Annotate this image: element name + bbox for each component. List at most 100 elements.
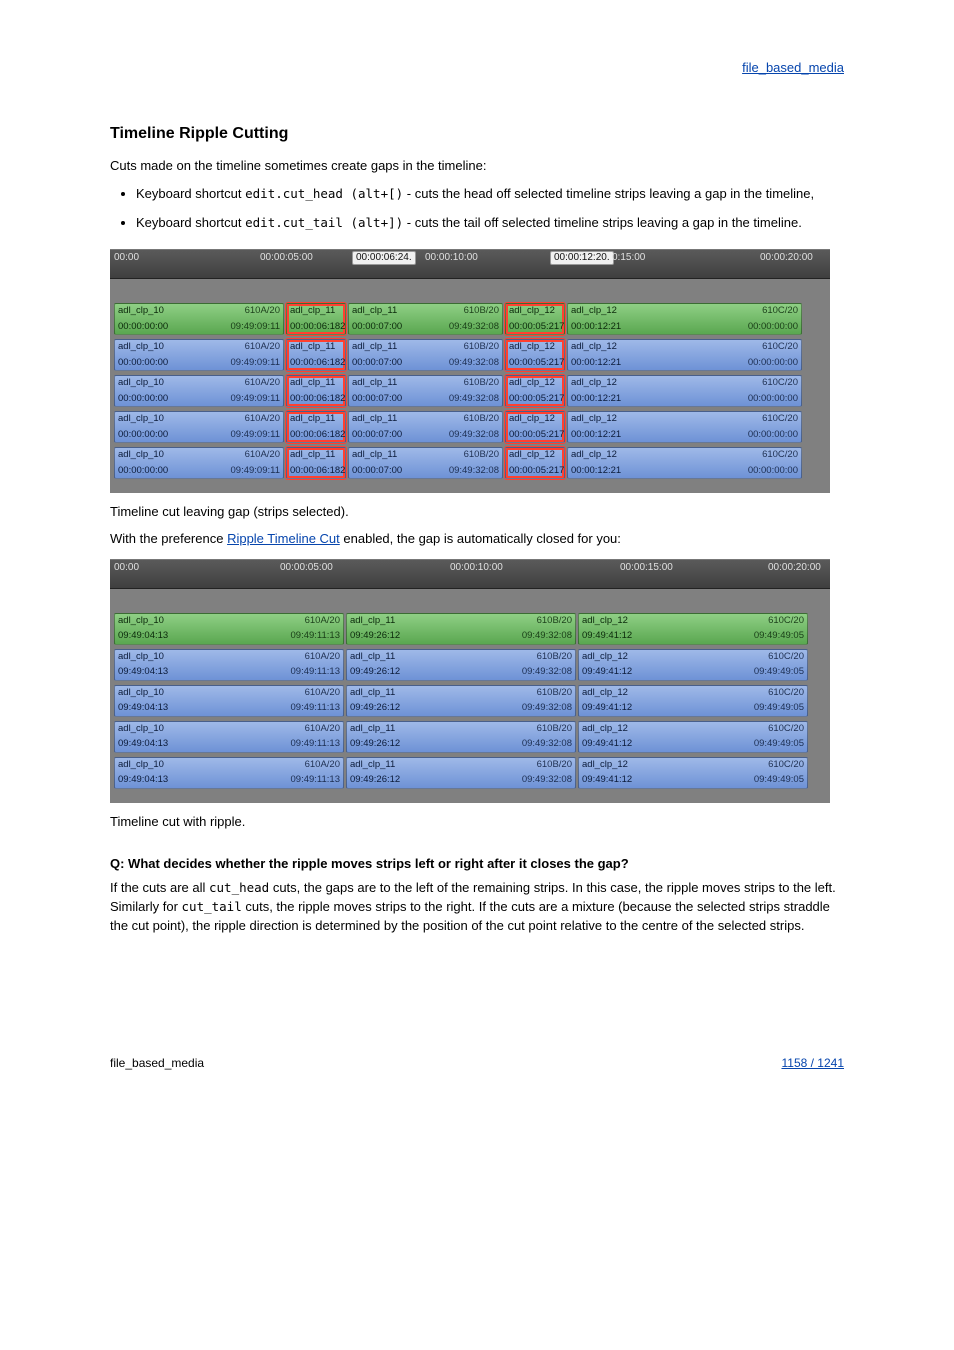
timeline-ruler[interactable]: 00:00 00:00:05:00 00:00:06:24. 00:00:10:… [110, 249, 830, 279]
timeline-clip[interactable]: adl_clp_10610A/2000:00:00:0009:49:09:11 [114, 339, 284, 371]
clip-name: adl_clp_10 [118, 616, 164, 627]
clip-name: adl_clp_12 [571, 414, 617, 425]
timeline-clip[interactable]: adl_clp_10610A/2009:49:04:1309:49:11:13 [114, 649, 344, 681]
timeline-clip[interactable]: adl_clp_1200:00:05:217 [505, 447, 565, 479]
ruler-tick: 0:15:00 [612, 252, 645, 263]
ruler-marker[interactable]: 00:00:06:24. [352, 251, 416, 265]
timeline-ruler[interactable]: 00:00 00:00:05:00 00:00:10:00 00:00:15:0… [110, 559, 830, 589]
clip-meta: 610A/20 [245, 342, 280, 353]
timeline-clip[interactable]: adl_clp_10610A/2009:49:04:1309:49:11:13 [114, 721, 344, 753]
timeline-clip[interactable]: adl_clp_12610C/2009:49:41:1209:49:49:05 [578, 721, 808, 753]
timeline-clip[interactable]: adl_clp_11610B/2009:49:26:1209:49:32:08 [346, 721, 576, 753]
timeline-track: adl_clp_10610A/2009:49:04:1309:49:11:13a… [114, 649, 826, 681]
clip-meta: 610A/20 [245, 450, 280, 461]
clip-tc-left: 00:00:06:182 [290, 466, 345, 477]
timeline-clip[interactable]: adl_clp_11610B/2009:49:26:1209:49:32:08 [346, 685, 576, 717]
clip-name: adl_clp_11 [290, 378, 335, 389]
clip-name: adl_clp_11 [352, 378, 397, 389]
timeline-clip[interactable]: adl_clp_1100:00:06:182 [286, 303, 346, 335]
timeline-clip[interactable]: adl_clp_11610B/2000:00:07:0009:49:32:08 [348, 303, 503, 335]
clip-tc-left: 09:49:26:12 [350, 775, 400, 786]
timeline-clip[interactable]: adl_clp_12610C/2000:00:12:2100:00:00:00 [567, 375, 802, 407]
timeline-track: adl_clp_10610A/2000:00:00:0009:49:09:11a… [114, 339, 826, 371]
clip-tc-left: 00:00:05:217 [509, 358, 564, 369]
clip-name: adl_clp_10 [118, 450, 164, 461]
timeline-clip[interactable]: adl_clp_1200:00:05:217 [505, 375, 565, 407]
clip-tc-right: 09:49:09:11 [231, 322, 280, 333]
bullet-mono: edit.cut_head (alt+[) [245, 186, 403, 201]
bullet-tail: - cuts the tail off selected timeline st… [403, 215, 802, 230]
clip-name: adl_clp_10 [118, 724, 164, 735]
clip-tc-right: 09:49:11:13 [291, 631, 340, 642]
clip-tc-right: 09:49:11:13 [291, 739, 340, 750]
timeline-clip[interactable]: adl_clp_10610A/2000:00:00:0009:49:09:11 [114, 375, 284, 407]
timeline-clip[interactable]: adl_clp_12610C/2000:00:12:2100:00:00:00 [567, 411, 802, 443]
timeline-clip[interactable]: adl_clp_1100:00:06:182 [286, 411, 346, 443]
timeline-clip[interactable]: adl_clp_12610C/2009:49:41:1209:49:49:05 [578, 757, 808, 789]
clip-tc-right: 00:00:00:00 [748, 430, 798, 441]
timeline-track: adl_clp_10610A/2000:00:00:0009:49:09:11a… [114, 447, 826, 479]
clip-name: adl_clp_11 [350, 652, 395, 663]
footer-page-link[interactable]: 1158 / 1241 [781, 1056, 844, 1070]
timeline-clip[interactable]: adl_clp_10610A/2000:00:00:0009:49:09:11 [114, 447, 284, 479]
timeline-clip[interactable]: adl_clp_1100:00:06:182 [286, 375, 346, 407]
timeline-track: adl_clp_10610A/2000:00:00:0009:49:09:11a… [114, 411, 826, 443]
text: If the cuts are all [110, 880, 209, 895]
timeline-clip[interactable]: adl_clp_10610A/2009:49:04:1309:49:11:13 [114, 757, 344, 789]
clip-tc-left: 00:00:00:00 [118, 394, 168, 405]
timeline-clip[interactable]: adl_clp_12610C/2000:00:12:2100:00:00:00 [567, 447, 802, 479]
timeline-clip[interactable]: adl_clp_10610A/2009:49:04:1309:49:11:13 [114, 613, 344, 645]
timeline-clip[interactable]: adl_clp_12 00:00:05:217 [505, 339, 565, 371]
timeline-clip[interactable]: adl_clp_12610C/2009:49:41:1209:49:49:05 [578, 613, 808, 645]
clip-name: adl_clp_10 [118, 414, 164, 425]
clip-name: adl_clp_10 [118, 342, 164, 353]
clip-name: adl_clp_11 [290, 414, 335, 425]
timeline-clip[interactable]: adl_clp_12610C/2009:49:41:1209:49:49:05 [578, 685, 808, 717]
timeline-clip[interactable]: adl_clp_1200:00:05:217 [505, 303, 565, 335]
clip-tc-right: 09:49:09:11 [231, 358, 280, 369]
clip-name: adl_clp_12 [509, 342, 555, 353]
ruler-marker[interactable]: 00:00:12:20. [550, 251, 614, 265]
timeline-clip[interactable]: adl_clp_10610A/2000:00:00:0009:49:09:11 [114, 303, 284, 335]
clip-name: adl_clp_12 [571, 306, 617, 317]
clip-tc-left: 09:49:04:13 [118, 775, 168, 786]
timeline-clip[interactable]: adl_clp_1100:00:06:182 [286, 339, 346, 371]
clip-name: adl_clp_10 [118, 378, 164, 389]
clip-name: adl_clp_11 [290, 342, 335, 353]
timeline-clip[interactable]: adl_clp_1200:00:05:217 [505, 411, 565, 443]
section-title: Timeline Ripple Cutting [110, 125, 844, 143]
paragraph: With the preference Ripple Timeline Cut … [110, 530, 844, 549]
clip-meta: 610A/20 [305, 616, 340, 627]
clip-meta: 610B/20 [464, 342, 499, 353]
timeline-clip[interactable]: adl_clp_10610A/2009:49:04:1309:49:11:13 [114, 685, 344, 717]
code: cut_head [209, 880, 269, 895]
ruler-tick: 00:00 [114, 252, 139, 263]
clip-meta: 610A/20 [245, 378, 280, 389]
bullet-text: Keyboard shortcut [136, 215, 245, 230]
timeline-clip[interactable]: adl_clp_11610B/2009:49:26:1209:49:32:08 [346, 757, 576, 789]
timeline-clip[interactable]: adl_clp_11610B/2009:49:26:1209:49:32:08 [346, 613, 576, 645]
timeline-clip[interactable]: adl_clp_11610B/2000:00:07:0009:49:32:08 [348, 411, 503, 443]
timeline-clip[interactable]: adl_clp_12610C/2000:00:12:2100:00:00:00 [567, 303, 802, 335]
timeline-clip[interactable]: adl_clp_11610B/2000:00:07:0009:49:32:08 [348, 339, 503, 371]
timeline-clip[interactable]: adl_clp_12610C/2009:49:41:1209:49:49:05 [578, 649, 808, 681]
clip-name: adl_clp_12 [571, 450, 617, 461]
clip-name: adl_clp_10 [118, 306, 164, 317]
clip-tc-left: 09:49:04:13 [118, 703, 168, 714]
code: cut_tail [182, 899, 242, 914]
timeline-clip[interactable]: adl_clp_11 00:00:06:182 [286, 447, 346, 479]
clip-tc-left: 09:49:26:12 [350, 739, 400, 750]
clip-tc-left: 00:00:12:21 [571, 466, 621, 477]
clip-name: adl_clp_11 [290, 450, 335, 461]
clip-tc-left: 00:00:12:21 [571, 322, 621, 333]
clip-tc-left: 00:00:00:00 [118, 322, 168, 333]
clip-tc-left: 00:00:00:00 [118, 466, 168, 477]
timeline-clip[interactable]: adl_clp_11610B/2009:49:26:1209:49:32:08 [346, 649, 576, 681]
timeline-clip[interactable]: adl_clp_10610A/2000:00:00:0009:49:09:11 [114, 411, 284, 443]
pref-link[interactable]: Ripple Timeline Cut [227, 531, 340, 546]
clip-meta: 610C/20 [762, 378, 798, 389]
timeline-clip[interactable]: adl_clp_12610C/2000:00:12:2100:00:00:00 [567, 339, 802, 371]
timeline-clip[interactable]: adl_clp_11610B/2000:00:07:0009:49:32:08 [348, 375, 503, 407]
timeline-clip[interactable]: adl_clp_11610B/2000:00:07:0009:49:32:08 [348, 447, 503, 479]
header-link[interactable]: file_based_media [110, 60, 844, 75]
